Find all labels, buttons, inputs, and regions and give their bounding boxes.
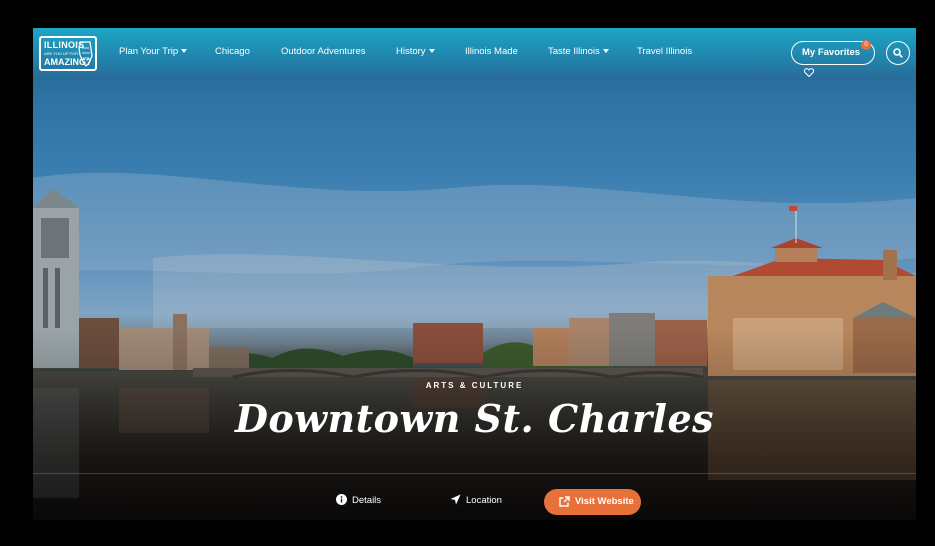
hero-section: ILLINOIS ARE YOU UP FOR AMAZING? Plan Yo… — [33, 28, 916, 520]
caret-down-icon — [428, 49, 435, 53]
category-eyebrow: ARTS & CULTURE — [425, 381, 524, 390]
illinois-logo[interactable]: ILLINOIS ARE YOU UP FOR AMAZING? — [39, 36, 97, 71]
caret-down-icon — [602, 49, 609, 53]
search-button[interactable] — [886, 41, 910, 65]
location-arrow-icon — [450, 494, 461, 505]
heart-icon — [803, 68, 815, 78]
my-favorites-label: My Favorites — [802, 47, 861, 58]
caret-down-icon — [181, 49, 188, 53]
nav-outdoor-adventures[interactable]: Outdoor Adventures — [281, 46, 366, 57]
logo-line-2: ARE YOU UP FOR — [44, 51, 79, 56]
nav-illinois-made-label: Illinois Made — [465, 46, 518, 57]
nav-chicago-label: Chicago — [215, 46, 250, 57]
nav-taste-illinois[interactable]: Taste Illinois — [548, 46, 609, 57]
nav-taste-illinois-label: Taste Illinois — [548, 46, 600, 57]
nav-travel-illinois-label: Travel Illinois — [637, 46, 693, 57]
external-link-icon — [559, 496, 570, 507]
nav-history[interactable]: History — [396, 46, 435, 57]
nav-chicago[interactable]: Chicago — [215, 46, 250, 57]
location-button[interactable]: Location — [450, 494, 502, 506]
nav-outdoor-adventures-label: Outdoor Adventures — [281, 46, 366, 57]
page-title: Downtown St. Charles — [234, 396, 715, 441]
location-label: Location — [466, 495, 502, 506]
details-label: Details — [352, 495, 382, 506]
info-icon — [336, 494, 347, 505]
visit-website-label: Visit Website — [575, 496, 634, 507]
hero-photo — [33, 172, 916, 520]
search-icon — [893, 48, 903, 58]
top-navigation-bar: ILLINOIS ARE YOU UP FOR AMAZING? Plan Yo… — [33, 28, 916, 78]
divider — [33, 473, 916, 474]
nav-travel-illinois[interactable]: Travel Illinois — [637, 46, 692, 57]
favorites-count-badge: 0 — [861, 40, 871, 50]
nav-illinois-made[interactable]: Illinois Made — [465, 46, 518, 57]
illinois-map-icon — [78, 41, 93, 67]
details-button[interactable]: Details — [336, 494, 381, 506]
nav-history-label: History — [396, 46, 426, 57]
nav-plan-your-trip-label: Plan Your Trip — [119, 46, 179, 57]
visit-website-button[interactable]: Visit Website — [544, 489, 641, 515]
nav-plan-your-trip[interactable]: Plan Your Trip — [119, 46, 188, 57]
